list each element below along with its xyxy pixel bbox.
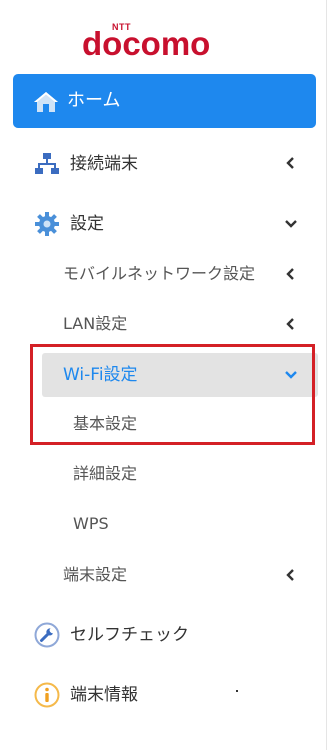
wrench-icon [34, 622, 60, 648]
nav-item-lan-label: LAN設定 [63, 314, 128, 333]
nav-item-wifi-wps[interactable]: WPS [0, 504, 327, 544]
nav-item-device-settings[interactable]: 端末設定 [0, 555, 327, 595]
docomo-logo: NTT docomo [82, 22, 248, 62]
nav-item-self-check[interactable]: セルフチェック [0, 614, 327, 654]
nav-item-self-check-label: セルフチェック [70, 625, 189, 645]
chevron-left-icon [286, 569, 294, 581]
nav-item-device-info-label: 端末情報 [70, 685, 138, 705]
nav-item-connected-devices[interactable]: 接続端末 [0, 143, 327, 183]
highlight-annotation-box [30, 344, 315, 445]
nav-item-mobile-network-label: モバイルネットワーク設定 [63, 264, 256, 283]
chevron-down-icon [285, 220, 297, 228]
chevron-left-icon [286, 157, 294, 169]
home-icon [34, 92, 58, 112]
logo-wordmark: docomo [82, 25, 211, 62]
nav-item-device-info[interactable]: 端末情報 [0, 674, 327, 714]
nav-item-connected-devices-label: 接続端末 [70, 154, 138, 174]
nav-item-wifi-advanced-label: 詳細設定 [73, 464, 138, 483]
network-icon [35, 153, 59, 174]
stray-dot [236, 690, 238, 692]
nav-item-mobile-network[interactable]: モバイルネットワーク設定 [0, 254, 327, 294]
chevron-left-icon [286, 318, 294, 330]
nav-item-settings-label: 設定 [70, 214, 104, 234]
nav-item-wifi-advanced[interactable]: 詳細設定 [0, 454, 327, 494]
nav-item-device-settings-label: 端末設定 [63, 565, 128, 584]
chevron-left-icon [286, 268, 294, 280]
nav-item-wifi-wps-label: WPS [73, 514, 109, 533]
gear-icon [35, 212, 59, 236]
nav-item-lan[interactable]: LAN設定 [0, 304, 327, 344]
nav-item-home[interactable]: ホーム [13, 74, 316, 128]
info-icon [34, 682, 60, 708]
nav-item-home-label: ホーム [67, 90, 121, 111]
nav-item-settings[interactable]: 設定 [0, 203, 327, 243]
